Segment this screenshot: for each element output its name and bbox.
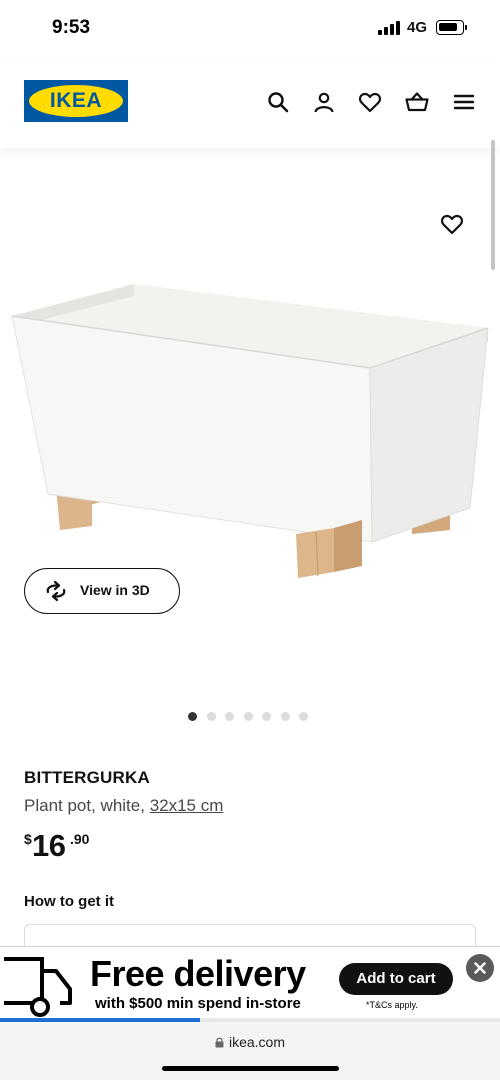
signal-icon xyxy=(378,21,402,35)
battery-tip xyxy=(465,25,467,30)
lock-icon xyxy=(215,1037,224,1048)
battery-icon xyxy=(436,20,464,35)
terms-note: *T&Cs apply. xyxy=(366,1000,418,1010)
delivery-truck-icon xyxy=(4,957,72,1017)
price-currency: $ xyxy=(24,831,32,847)
add-to-cart-button[interactable]: Add to cart xyxy=(339,963,453,995)
url-text: ikea.com xyxy=(228,1034,286,1050)
price-decimal: .90 xyxy=(70,831,90,847)
product-image[interactable] xyxy=(0,272,500,592)
pagination-dot[interactable] xyxy=(188,712,197,721)
pagination-dot[interactable] xyxy=(225,712,234,721)
close-icon xyxy=(474,962,486,974)
close-ad-button[interactable] xyxy=(466,954,494,982)
pagination-dot[interactable] xyxy=(299,712,308,721)
ikea-logo[interactable]: IKEA xyxy=(24,80,128,122)
price-integer: 16 xyxy=(32,828,66,863)
battery-level xyxy=(439,23,457,31)
menu-icon[interactable] xyxy=(452,90,476,114)
product-name: BITTERGURKA xyxy=(24,768,150,787)
pagination-dot[interactable] xyxy=(243,712,253,721)
delivery-banner-ad[interactable]: Free delivery with $500 min spend in-sto… xyxy=(0,946,500,1022)
pagination-dot[interactable] xyxy=(262,712,271,721)
site-header: IKEA xyxy=(0,58,500,148)
pagination-dot[interactable] xyxy=(206,712,216,721)
browser-url-bar[interactable]: ikea.com xyxy=(0,1022,500,1080)
status-time: 9:53 xyxy=(52,17,91,38)
logo-text: IKEA xyxy=(49,89,103,112)
search-icon[interactable] xyxy=(266,90,290,114)
basket-icon[interactable] xyxy=(405,90,429,114)
user-icon[interactable] xyxy=(312,90,336,114)
heart-icon[interactable] xyxy=(358,90,382,114)
favorite-heart-icon[interactable] xyxy=(440,212,464,236)
product-description-text: Plant pot, white, xyxy=(24,796,150,815)
rotate-3d-icon xyxy=(46,581,66,601)
pagination-dot[interactable] xyxy=(280,712,290,721)
product-description: Plant pot, white, 32x15 cm xyxy=(24,796,223,816)
how-to-get-heading: How to get it xyxy=(24,893,114,910)
status-bar: 9:53 4G xyxy=(0,0,500,58)
home-indicator[interactable] xyxy=(162,1066,339,1071)
view-in-3d-button[interactable]: View in 3D xyxy=(24,568,180,614)
product-size-link[interactable]: 32x15 cm xyxy=(150,796,224,815)
network-label: 4G xyxy=(407,19,428,36)
view-in-3d-label: View in 3D xyxy=(80,582,150,598)
banner-subtitle: with $500 min spend in-store xyxy=(95,995,301,1012)
banner-title: Free delivery xyxy=(90,953,306,994)
scrollbar[interactable] xyxy=(491,140,495,270)
url-display[interactable]: ikea.com xyxy=(0,1034,500,1050)
